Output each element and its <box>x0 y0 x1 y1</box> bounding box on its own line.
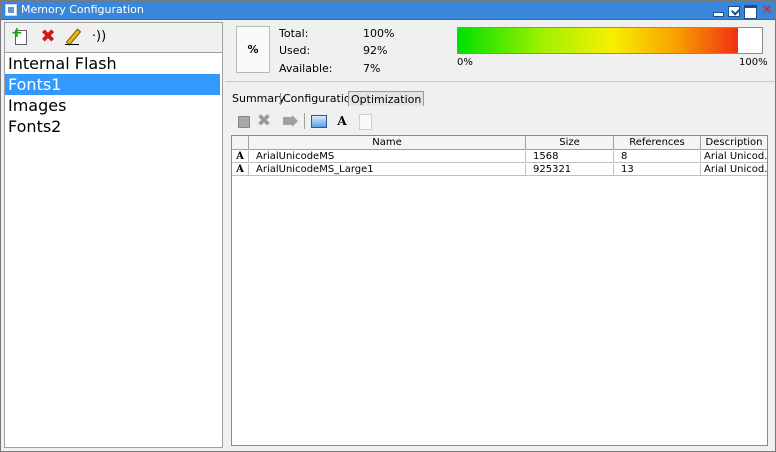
memory-list[interactable]: Internal Flash Fonts1 Images Fonts2 <box>5 52 222 447</box>
edit-disabled-icon[interactable] <box>235 112 253 130</box>
memory-list-toolbar: + ✖ ·)) <box>5 23 222 51</box>
col-name-header[interactable]: Name <box>249 136 526 150</box>
row-description: Arial Unicod... <box>704 151 767 162</box>
memory-summary: % Total: 100% Used: 92% Available: 7% 0%… <box>225 22 774 82</box>
pencil-line <box>65 44 79 45</box>
minimize-button[interactable] <box>711 4 725 17</box>
font-icon[interactable]: A <box>333 112 351 130</box>
title-bar[interactable]: Memory Configuration ✕ <box>1 1 775 20</box>
delete-disabled-icon[interactable]: ✖ <box>255 112 273 130</box>
document-disabled-icon[interactable] <box>356 112 374 130</box>
memory-list-pane: + ✖ ·)) Internal Flash Fonts1 Images Fon… <box>4 22 223 448</box>
close-button[interactable]: ✕ <box>760 4 774 17</box>
table-row[interactable]: A ArialUnicodeMS_Large1 925321 13 Arial … <box>232 164 767 176</box>
usage-progress-fill <box>458 28 738 53</box>
bar-min-label: 0% <box>457 57 473 68</box>
col-description-header[interactable]: Description <box>701 136 767 150</box>
window-title: Memory Configuration <box>21 3 144 16</box>
usage-progress-bar <box>457 27 763 54</box>
memory-configuration-window: Memory Configuration ✕ + ✖ ·)) Internal … <box>0 0 776 452</box>
new-page-icon[interactable]: + <box>11 25 31 47</box>
tab-summary[interactable]: Summary <box>232 91 285 106</box>
delete-x-icon[interactable]: ✖ <box>38 27 58 47</box>
restore-button[interactable] <box>727 4 741 17</box>
available-label: Available: <box>279 62 333 75</box>
tab-configuration[interactable]: Configuration <box>283 91 358 106</box>
bar-max-label: 100% <box>739 57 768 68</box>
list-item-fonts1[interactable]: Fonts1 <box>5 74 220 95</box>
pencil-body <box>65 28 82 46</box>
total-label: Total: <box>279 27 309 40</box>
app-icon <box>5 4 17 16</box>
image-icon[interactable] <box>309 112 327 130</box>
col-size-header[interactable]: Size <box>526 136 614 150</box>
row-description: Arial Unicod... <box>704 164 767 175</box>
used-label: Used: <box>279 44 311 57</box>
used-value: 92% <box>363 44 388 57</box>
optimization-toolbar: ✖ A <box>229 110 769 132</box>
maximize-button[interactable] <box>743 4 757 19</box>
list-item-images[interactable]: Images <box>5 95 220 116</box>
col-references-header[interactable]: References <box>614 136 701 150</box>
resource-table[interactable]: Name Size References Description A Arial… <box>231 135 768 446</box>
pencil-icon[interactable] <box>63 27 83 47</box>
row-size: 925321 <box>526 164 614 176</box>
row-name: ArialUnicodeMS_Large1 <box>249 164 526 176</box>
total-value: 100% <box>363 27 395 40</box>
toolbar-separator <box>304 113 305 129</box>
detail-pane: % Total: 100% Used: 92% Available: 7% 0%… <box>225 22 774 448</box>
percent-icon: % <box>236 26 270 73</box>
list-item-fonts2[interactable]: Fonts2 <box>5 116 220 137</box>
signal-icon[interactable]: ·)) <box>89 27 109 47</box>
font-icon: A <box>232 151 249 163</box>
row-references: 8 <box>614 151 701 163</box>
row-size: 1568 <box>526 151 614 163</box>
font-icon: A <box>232 164 249 176</box>
table-row[interactable]: A ArialUnicodeMS 1568 8 Arial Unicod... <box>232 151 767 163</box>
list-item-internal-flash[interactable]: Internal Flash <box>5 53 220 74</box>
tag-disabled-icon[interactable] <box>281 112 299 130</box>
table-header: Name Size References Description <box>232 136 767 150</box>
tab-optimization[interactable]: Optimization <box>348 91 425 106</box>
col-icon-header[interactable] <box>232 136 249 150</box>
row-references: 13 <box>614 164 701 176</box>
available-value: 7% <box>363 62 381 75</box>
tab-divider <box>280 93 281 105</box>
plus-icon: + <box>11 25 23 41</box>
row-name: ArialUnicodeMS <box>249 151 526 163</box>
